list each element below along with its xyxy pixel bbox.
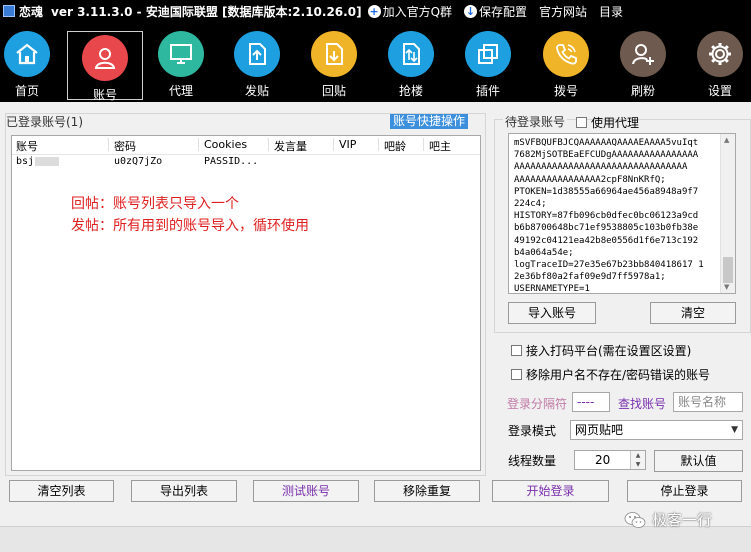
add-user-icon (620, 31, 666, 77)
login-mode-select[interactable]: 网页贴吧 ▼ (570, 420, 743, 440)
column-account[interactable]: 账号 (16, 138, 38, 154)
app-name: 恋魂 (19, 4, 44, 19)
home-icon (4, 31, 50, 77)
toolbar-account[interactable]: 账号 (67, 31, 143, 102)
column-cookies[interactable]: Cookies (204, 138, 247, 151)
annotation-post: 发帖：所有用到的账号导入，循环使用 (71, 218, 309, 234)
column-post-count[interactable]: 发言量 (274, 138, 307, 154)
upload-doc-icon (234, 31, 280, 77)
app-version: ver 3.11.3.0 - 安迪国际联盟 [数据库版本:2.10.26.0] (51, 4, 362, 19)
chevron-down-icon: ▼ (731, 425, 738, 435)
scroll-thumb[interactable] (723, 257, 733, 283)
separator-label: 登录分隔符 (507, 397, 568, 411)
logged-accounts-label: 已登录账号(1) (6, 115, 83, 129)
toolbar-home[interactable]: 首页 (0, 28, 59, 100)
monitor-icon (158, 31, 204, 77)
clear-list-button[interactable]: 清空列表 (9, 480, 114, 502)
user-icon (82, 35, 128, 81)
use-proxy-checkbox[interactable]: 使用代理 (576, 114, 639, 131)
checkbox-box (576, 117, 587, 128)
gear-icon (697, 31, 743, 77)
checkbox-box (511, 369, 522, 380)
toolbar-dial[interactable]: 拨号 (534, 28, 598, 100)
clear-pending-button[interactable]: 清空 (650, 302, 736, 324)
checkbox-box (511, 345, 522, 356)
toolbar-boost-fans[interactable]: 刷粉 (611, 28, 675, 100)
official-site-link[interactable]: 官方网站 (539, 3, 587, 20)
wechat-icon (624, 511, 646, 528)
pending-accounts-label: 待登录账号 (503, 113, 568, 130)
toolbar-plugin[interactable]: 插件 (456, 28, 520, 100)
find-account-link[interactable]: 查找账号 (618, 395, 666, 412)
plus-circle-icon: + (367, 4, 381, 18)
captcha-platform-checkbox[interactable]: 接入打码平台(需在设置区设置) (511, 342, 691, 359)
table-row[interactable]: bsj u0zQ7jZo PASSID... (12, 155, 480, 171)
redacted-mask (35, 156, 60, 166)
separator-input[interactable]: ---- (572, 392, 610, 412)
remove-duplicates-button[interactable]: 移除重复 (374, 480, 480, 502)
pending-cookies-textarea[interactable]: mSVFBQUFBJCQAAAAAAQAAAAEAAAA5vuIqt 7682M… (508, 133, 736, 294)
import-account-button[interactable]: 导入账号 (508, 302, 596, 324)
title-bar: 恋魂 ver 3.11.3.0 - 安迪国际联盟 [数据库版本:2.10.26.… (0, 0, 751, 22)
default-value-button[interactable]: 默认值 (654, 450, 743, 472)
save-config-link[interactable]: ↓ 保存配置 (464, 3, 527, 20)
download-circle-icon: ↓ (464, 4, 478, 18)
row-account: bsj (16, 156, 60, 167)
join-group-link[interactable]: + 加入官方Q群 (367, 3, 452, 20)
app-logo-icon (3, 5, 15, 17)
phone-icon (543, 31, 589, 77)
toolbar-post[interactable]: 发贴 (225, 28, 289, 100)
download-doc-icon (311, 31, 357, 77)
start-login-button[interactable]: 开始登录 (492, 480, 609, 502)
column-password[interactable]: 密码 (114, 138, 136, 154)
account-name-input[interactable]: 账号名称 (673, 392, 743, 412)
transfer-doc-icon (388, 31, 434, 77)
row-cookies: PASSID... (204, 156, 259, 167)
toolbar-grab-floor[interactable]: 抢楼 (379, 28, 443, 100)
toolbar-reply[interactable]: 回贴 (302, 28, 366, 100)
toolbar-proxy[interactable]: 代理 (149, 28, 213, 100)
stepper-up-icon[interactable]: ▲ (631, 451, 645, 460)
export-list-button[interactable]: 导出列表 (131, 480, 237, 502)
column-vip[interactable]: VIP (339, 138, 356, 151)
scroll-up-icon[interactable]: ▲ (724, 136, 729, 144)
thread-count-label: 线程数量 (508, 454, 557, 468)
scroll-down-icon[interactable]: ▼ (724, 283, 729, 291)
column-bar-owner[interactable]: 吧主 (429, 138, 451, 154)
test-account-button[interactable]: 测试账号 (253, 480, 359, 502)
thread-count-stepper[interactable]: 20 ▲ ▼ (574, 450, 646, 470)
stepper-arrows[interactable]: ▲ ▼ (630, 451, 645, 469)
main-toolbar: 首页 账号 代理 发贴 回贴 抢楼 插件 拨号 刷粉 设置 (0, 22, 751, 102)
row-password: u0zQ7jZo (114, 156, 163, 167)
account-table[interactable]: 账号 密码 Cookies 发言量 VIP 吧龄 吧主 bsj u0zQ7jZo… (11, 135, 481, 471)
directory-link[interactable]: 目录 (599, 3, 623, 20)
account-table-header: 账号 密码 Cookies 发言量 VIP 吧龄 吧主 (12, 136, 480, 155)
annotation-reply: 回帖：账号列表只导入一个 (71, 196, 239, 212)
stepper-down-icon[interactable]: ▼ (631, 460, 645, 469)
cookies-scrollbar[interactable]: ▲ ▼ (720, 134, 735, 293)
column-bar-age[interactable]: 吧龄 (384, 138, 406, 154)
plugin-icon (465, 31, 511, 77)
login-mode-label: 登录模式 (508, 424, 557, 438)
account-quick-action-button[interactable]: 账号快捷操作 (390, 114, 468, 129)
watermark: 极客一行 (624, 509, 712, 530)
cookies-text: mSVFBQUFBJCQAAAAAAQAAAAEAAAA5vuIqt 7682M… (514, 138, 704, 294)
remove-invalid-checkbox[interactable]: 移除用户名不存在/密码错误的账号 (511, 366, 710, 383)
toolbar-settings[interactable]: 设置 (688, 28, 751, 100)
stop-login-button[interactable]: 停止登录 (627, 480, 742, 502)
